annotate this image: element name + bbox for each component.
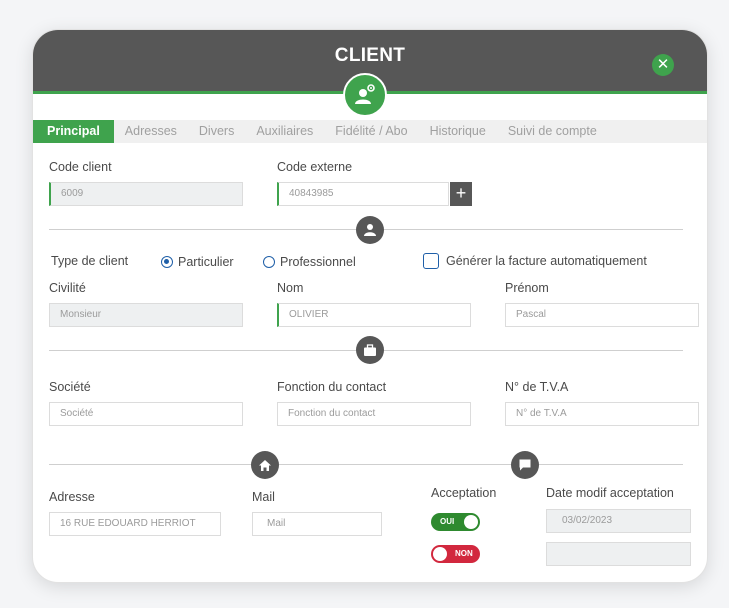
code-externe-label: Code externe: [277, 160, 353, 174]
tab-divers[interactable]: Divers: [188, 120, 245, 143]
particulier-label[interactable]: Particulier: [178, 255, 234, 269]
client-modal: CLIENT ✕ Principal Adresses Divers Auxil…: [32, 29, 708, 583]
acceptation-label: Acceptation: [431, 486, 497, 500]
tab-auxiliaires[interactable]: Auxiliaires: [245, 120, 324, 143]
auto-invoice-label[interactable]: Générer la facture automatiquement: [446, 254, 647, 268]
nom-label: Nom: [277, 281, 304, 295]
tab-historique[interactable]: Historique: [419, 120, 497, 143]
plus-icon[interactable]: +: [450, 182, 472, 206]
professionnel-radio[interactable]: [263, 256, 275, 268]
auto-invoice-checkbox[interactable]: [423, 253, 439, 269]
code-externe-field[interactable]: 40843985: [277, 182, 449, 206]
societe-field[interactable]: Société: [49, 402, 243, 426]
home-icon: [251, 451, 279, 479]
acceptation-non-toggle[interactable]: NON: [431, 545, 480, 563]
date-modif-secondary-field[interactable]: [546, 542, 691, 566]
tab-principal[interactable]: Principal: [33, 120, 114, 143]
user-gear-icon: [343, 73, 387, 117]
tab-adresses[interactable]: Adresses: [114, 120, 188, 143]
prenom-label: Prénom: [505, 281, 549, 295]
client-type-label: Type de client: [51, 254, 129, 268]
tab-bar: Principal Adresses Divers Auxiliaires Fi…: [33, 120, 707, 143]
briefcase-icon: [356, 336, 384, 364]
oui-label: OUI: [440, 517, 455, 526]
adresse-label: Adresse: [49, 490, 95, 504]
mail-field[interactable]: Mail: [252, 512, 382, 536]
fonction-label: Fonction du contact: [277, 380, 387, 394]
non-label: NON: [455, 549, 473, 558]
civilite-select[interactable]: Monsieur: [49, 303, 243, 327]
tab-fidelite-abo[interactable]: Fidélité / Abo: [324, 120, 418, 143]
close-icon[interactable]: ✕: [652, 54, 674, 76]
code-client-field[interactable]: 6009: [49, 182, 243, 206]
fonction-field[interactable]: Fonction du contact: [277, 402, 471, 426]
code-client-label: Code client: [49, 160, 112, 174]
acceptation-oui-toggle[interactable]: OUI: [431, 513, 480, 531]
date-modif-field[interactable]: 03/02/2023: [546, 509, 691, 533]
nom-field[interactable]: OLIVIER: [277, 303, 471, 327]
section-divider: [49, 464, 683, 465]
chat-icon: [511, 451, 539, 479]
societe-label: Société: [49, 380, 91, 394]
mail-label: Mail: [252, 490, 275, 504]
particulier-radio[interactable]: [161, 256, 173, 268]
tab-suivi-de-compte[interactable]: Suivi de compte: [497, 120, 608, 143]
date-modif-label: Date modif acceptation: [546, 486, 674, 500]
tva-label: N° de T.V.A: [505, 380, 569, 394]
adresse-field[interactable]: 16 RUE EDOUARD HERRIOT: [49, 512, 221, 536]
toggle-knob: [464, 515, 478, 529]
toggle-knob: [433, 547, 447, 561]
civilite-label: Civilité: [49, 281, 86, 295]
person-icon: [356, 216, 384, 244]
prenom-field[interactable]: Pascal: [505, 303, 699, 327]
modal-title: CLIENT: [334, 45, 406, 66]
tva-field[interactable]: N° de T.V.A: [505, 402, 699, 426]
professionnel-label[interactable]: Professionnel: [280, 255, 356, 269]
